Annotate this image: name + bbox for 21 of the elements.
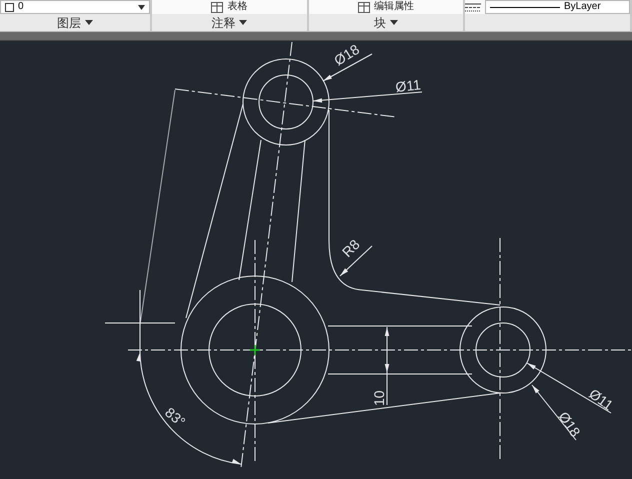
caret-icon [85, 20, 93, 25]
caret-icon [138, 4, 145, 10]
tool-icon [358, 2, 370, 12]
dimension-label: Ø11 [394, 76, 422, 95]
dimension-label: 83° [162, 404, 189, 430]
caret-icon [239, 20, 248, 25]
caret-icon [390, 20, 398, 25]
layer-color-swatch-icon [5, 2, 14, 12]
dimension-label: Ø11 [586, 385, 616, 414]
tool-icon [211, 2, 224, 12]
panel-title[interactable]: 图层 [57, 16, 93, 28]
line-sample-icon [490, 6, 560, 8]
center-point-icon [250, 345, 260, 355]
lines-icon [465, 2, 481, 12]
dimension-label: Ø18 [331, 41, 362, 69]
linetype-dropdown[interactable]: ByLayer [485, 0, 630, 14]
dimension-label: R8 [338, 236, 363, 260]
layer-dropdown[interactable]: 0 [0, 0, 150, 14]
panel-title[interactable]: 注释 [211, 16, 248, 28]
dimension-label: 10 [371, 390, 387, 406]
panel-title[interactable]: 块 [374, 16, 398, 28]
